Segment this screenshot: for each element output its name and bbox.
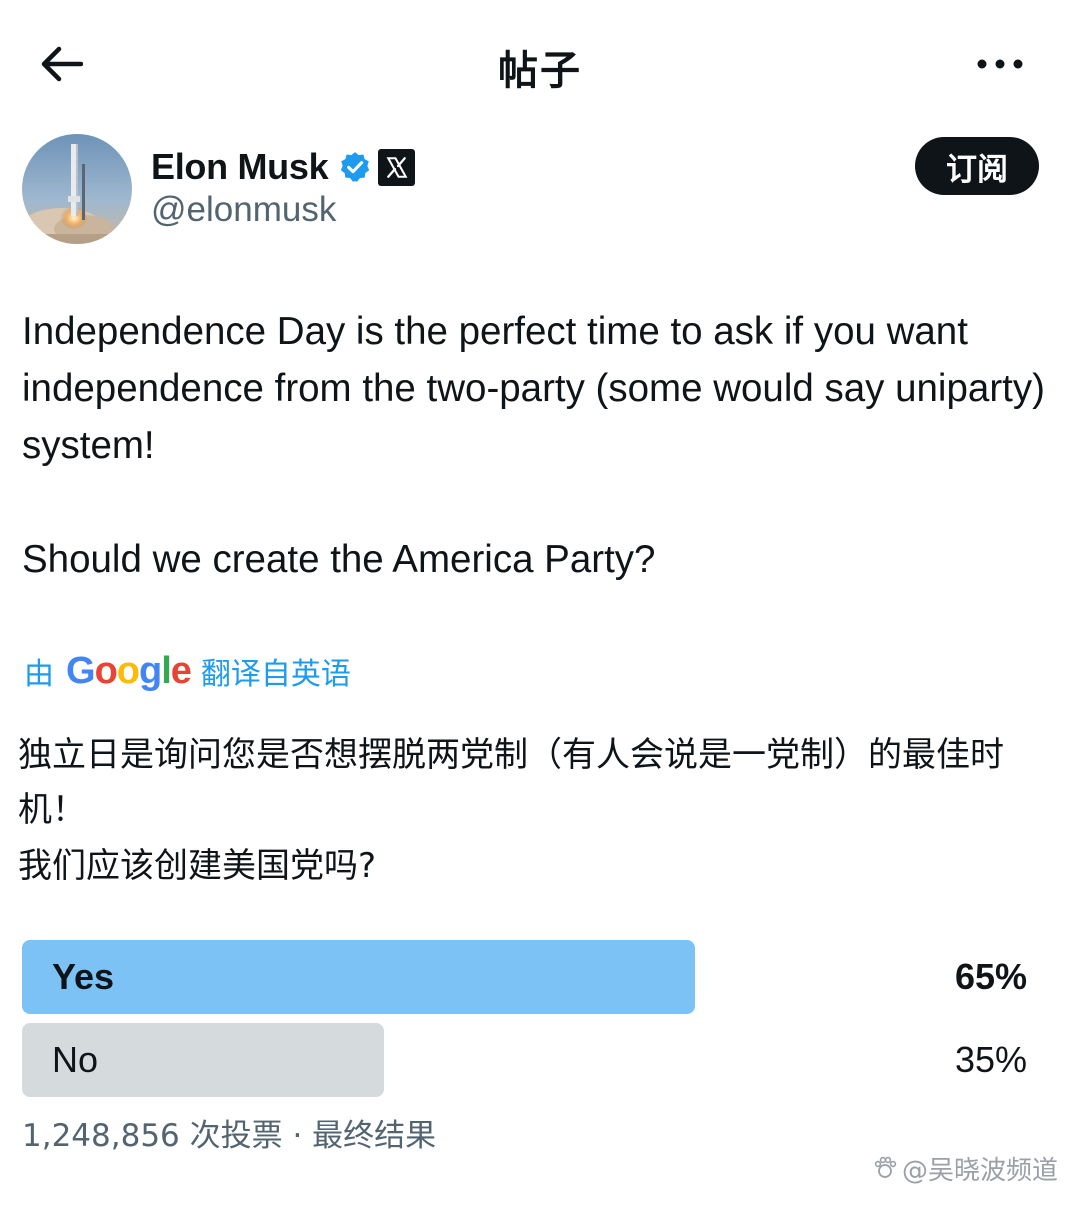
poll-percent-no: 35% <box>954 1039 1027 1080</box>
poll-percent-yes: 65% <box>954 956 1027 997</box>
poll-option-no[interactable]: No <box>52 1023 98 1097</box>
subscribe-button[interactable]: 订阅 <box>915 137 1039 195</box>
translated-by-google[interactable]: 由 Google 翻译自英语 <box>24 648 351 694</box>
more-button[interactable] <box>972 44 1028 84</box>
poll-result-bar-yes <box>22 940 695 1014</box>
watermark: @吴晓波频道 <box>872 1150 1058 1186</box>
x-logo-icon <box>378 148 416 186</box>
poll-option-yes[interactable]: Yes <box>52 940 114 1014</box>
paw-icon <box>874 1156 897 1178</box>
author-display-name[interactable]: Elon Musk <box>151 146 329 188</box>
author-name-row: Elon Musk <box>151 144 416 190</box>
post-question: Should we create the America Party? <box>22 538 656 581</box>
rocket-launch-avatar-image <box>22 134 132 244</box>
google-logo: Google <box>66 649 192 692</box>
page-title: 帖子 <box>498 48 582 94</box>
post-text: Independence Day is the perfect time to … <box>22 310 1045 467</box>
author-handle[interactable]: @elonmusk <box>151 190 336 230</box>
watermark-text: @吴晓波频道 <box>901 1155 1058 1186</box>
more-horizontal-icon <box>977 59 1023 69</box>
top-bar: 帖子 <box>0 0 1080 126</box>
translated-question: 我们应该创建美国党吗? <box>18 846 377 886</box>
avatar[interactable] <box>22 134 132 244</box>
translate-prefix: 由 <box>24 657 54 692</box>
translate-suffix: 翻译自英语 <box>200 657 351 692</box>
translated-text: 独立日是询问您是否想摆脱两党制（有人会说是一党制）的最佳时机！ <box>18 735 1004 830</box>
poll-footer: 1,248,856 次投票 · 最终结果 <box>22 1118 437 1154</box>
verified-badge-icon <box>341 152 370 182</box>
